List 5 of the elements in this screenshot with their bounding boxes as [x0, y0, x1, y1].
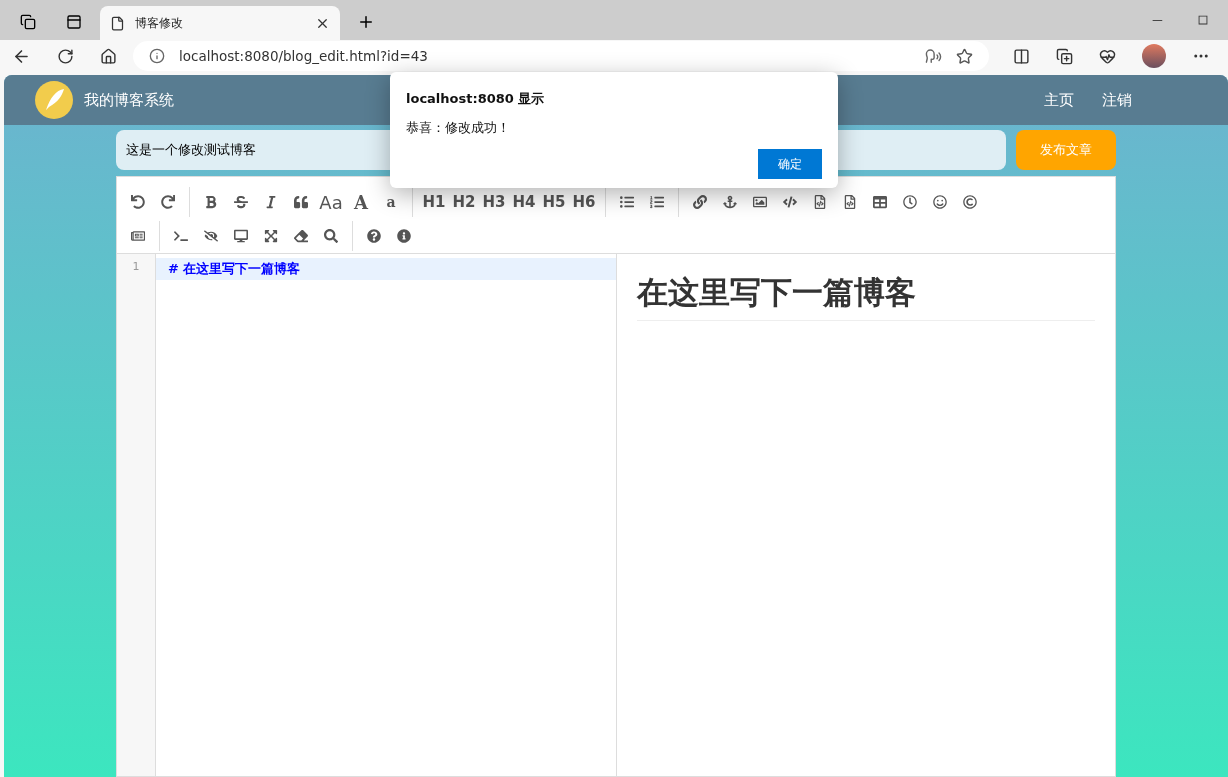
dialog-title: localhost:8080 显示 — [406, 90, 546, 108]
line-number: 1 — [132, 260, 140, 273]
site-title: 我的博客系统 — [84, 90, 174, 110]
preview-heading: 在这里写下一篇博客 — [637, 272, 1095, 321]
dialog-message: 恭喜：修改成功！ — [406, 120, 511, 137]
